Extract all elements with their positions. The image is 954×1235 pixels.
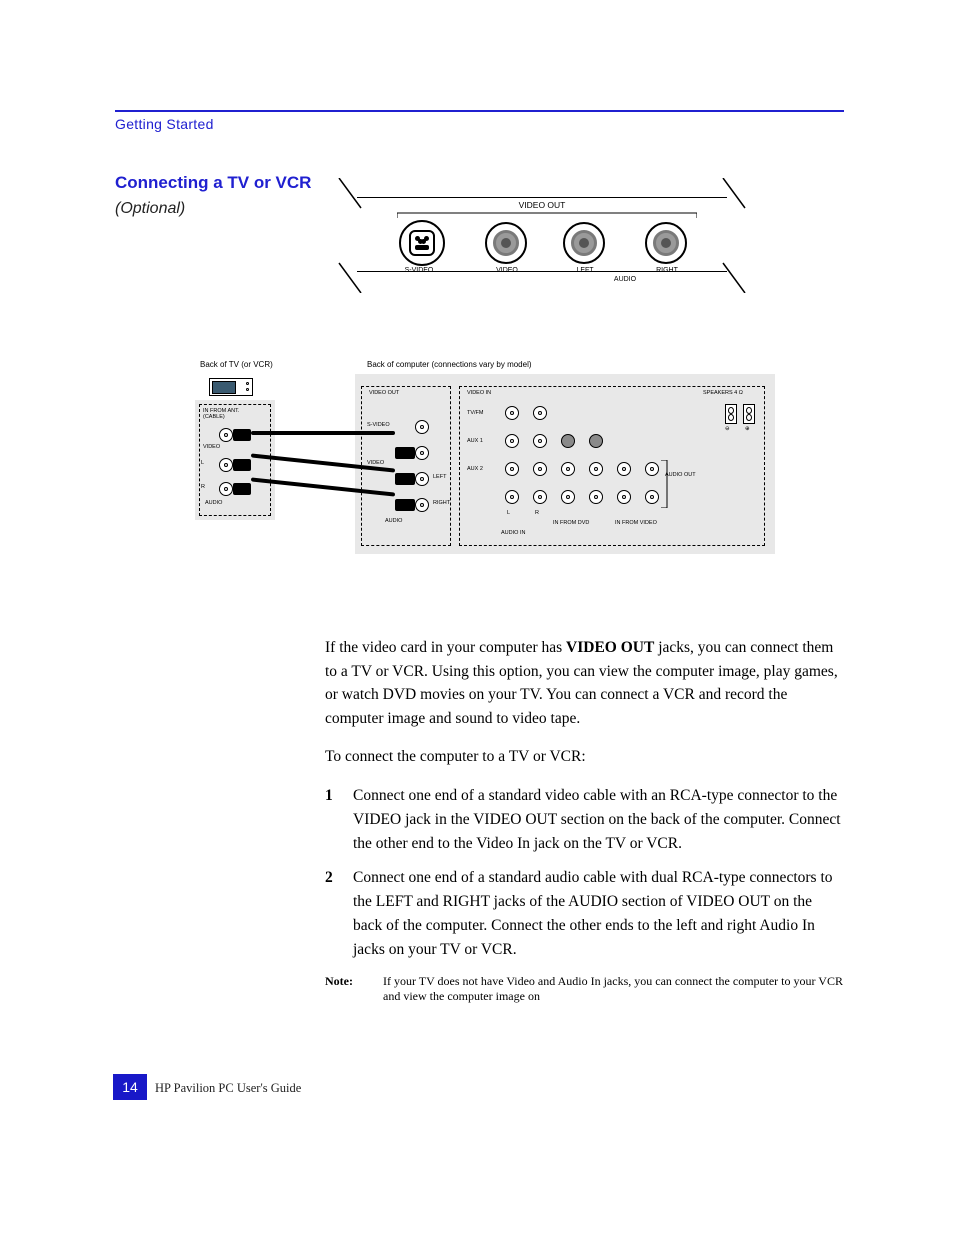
left-heading: Connecting a TV or VCR (115, 172, 325, 194)
audio-out-bracket (661, 460, 671, 508)
tv-video-jack (219, 428, 233, 442)
tv-icon (209, 378, 253, 396)
left-subtitle: (Optional) (115, 200, 325, 218)
video-out-panel-diagram: VIDEO OUT (325, 172, 844, 312)
pc-right-plug (395, 499, 415, 511)
body-paragraph-2: To connect the computer to a TV or VCR: (325, 745, 844, 769)
pc-caption: Back of computer (connections vary by mo… (367, 360, 532, 369)
audio-group-label: AUDIO (595, 276, 655, 283)
pc-r2c3 (589, 462, 603, 476)
pc-r0c0 (505, 406, 519, 420)
connection-diagram: Back of TV (or VCR) Back of computer (co… (325, 360, 844, 600)
pc-r1c2 (561, 434, 575, 448)
pc-r2c1 (533, 462, 547, 476)
pc-r2c5 (645, 462, 659, 476)
section-header: Getting Started (115, 116, 844, 132)
tv-audio-r-jack (219, 482, 233, 496)
pc-l-lbl: L (507, 510, 510, 516)
tv-audio-r-plug (233, 483, 251, 495)
pc-svideo-jack (415, 420, 429, 434)
bracket-line (397, 210, 697, 220)
pc-r3c1 (533, 490, 547, 504)
speaker-right-icon (743, 404, 755, 424)
break-right-icon (719, 178, 749, 293)
speaker-left-icon (725, 404, 737, 424)
pc-left-lbl: LEFT (433, 474, 446, 480)
pc-r2c0 (505, 462, 519, 476)
tv-r-lbl: R (201, 484, 205, 490)
break-left-icon (335, 178, 365, 293)
pc-video-in-lbl: VIDEO IN (467, 390, 491, 396)
svideo-label: S-VIDEO (389, 267, 449, 274)
tv-ant-label: IN FROM ANT. (CABLE) (203, 408, 239, 420)
pc-vid-aux-lbl: IN FROM VIDEO (615, 520, 657, 526)
pc-left-plug (395, 473, 415, 485)
tv-audio-l-plug (233, 459, 251, 471)
pc-video-jack (415, 446, 429, 460)
pc-r-lbl: R (535, 510, 539, 516)
audio-left-label: LEFT (555, 267, 615, 274)
pc-speakers-lbl: SPEAKERS 4 Ω (703, 390, 743, 396)
pc-right-lbl: RIGHT (433, 500, 450, 506)
audio-right-label: RIGHT (637, 267, 697, 274)
panel-strip: VIDEO OUT (357, 197, 727, 272)
pc-r3c2 (561, 490, 575, 504)
tv-video-lbl: VIDEO (203, 444, 220, 450)
video-jack-icon (485, 222, 527, 264)
pc-aux1-lbl: AUX 1 (467, 438, 483, 444)
pc-tvfm-lbl: TV/FM (467, 410, 484, 416)
pc-audio-lbl: AUDIO (385, 518, 402, 524)
page-number: 14 (113, 1074, 147, 1100)
svideo-jack-icon (399, 220, 445, 266)
audio-right-jack-icon (645, 222, 687, 264)
pc-r3c4 (617, 490, 631, 504)
tv-l-lbl: L (201, 460, 204, 466)
pc-video-plug (395, 447, 415, 459)
cable-video (251, 431, 395, 435)
tv-audio-l-jack (219, 458, 233, 472)
video-label: VIDEO (477, 267, 537, 274)
pc-r1c0 (505, 434, 519, 448)
step-2: 2 Connect one end of a standard audio ca… (325, 866, 844, 962)
step-1: 1 Connect one end of a standard video ca… (325, 784, 844, 856)
body-paragraph-1: If the video card in your computer has V… (325, 636, 844, 730)
pc-r1c3 (589, 434, 603, 448)
pc-audio-in-lbl: AUDIO IN (501, 530, 525, 536)
tv-video-plug (233, 429, 251, 441)
tv-audio-lbl: AUDIO (205, 500, 222, 506)
pc-video-out-lbl: VIDEO OUT (369, 390, 399, 396)
pc-aux2-lbl: AUX 2 (467, 466, 483, 472)
section-rule (115, 110, 844, 112)
pc-r2c2 (561, 462, 575, 476)
pc-right-jack (415, 498, 429, 512)
pc-dvd-lbl: IN FROM DVD (553, 520, 589, 526)
pc-r3c0 (505, 490, 519, 504)
pc-svideo-lbl: S-VIDEO (367, 422, 390, 428)
pc-r3c5 (645, 490, 659, 504)
pc-left-jack (415, 472, 429, 486)
audio-left-jack-icon (563, 222, 605, 264)
pc-r1c1 (533, 434, 547, 448)
note: Note: If your TV does not have Video and… (325, 974, 844, 1004)
video-out-label: VIDEO OUT (487, 200, 597, 210)
tv-caption: Back of TV (or VCR) (200, 360, 273, 369)
pc-r2c4 (617, 462, 631, 476)
pc-r3c3 (589, 490, 603, 504)
footer-text: HP Pavilion PC User's Guide (155, 1081, 301, 1096)
pc-r0c1 (533, 406, 547, 420)
